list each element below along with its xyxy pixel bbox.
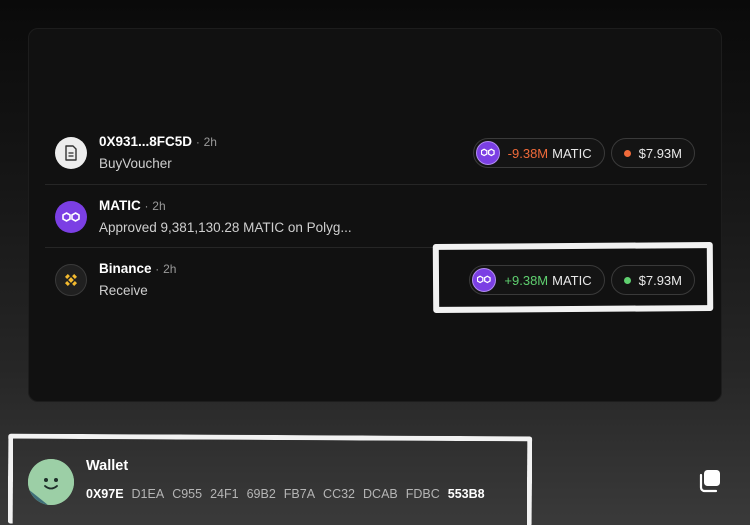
activity-title: 0X931...8FC5D [99,134,193,149]
separator: · [144,199,149,213]
address-segment: CC32 [323,487,356,501]
wallet-title: Wallet [86,458,129,474]
address-segment: 69B2 [246,487,276,501]
usd-value-pill[interactable]: $7.93M [610,138,695,168]
avatar [28,459,74,505]
status-dot [623,149,631,157]
address-segment: 0X97E [86,487,124,501]
separator: · [155,262,160,276]
activity-row[interactable]: MATIC · 2h Approved 9,381,130.28 MATIC o… [45,185,707,249]
address-segment: 24F1 [210,487,239,501]
activity-time: 2h [203,135,217,149]
token-amount: -9.38M [507,145,549,161]
activity-subtitle: Receive [99,283,148,298]
activity-title: Binance [99,261,152,276]
activity-title: MATIC [99,198,141,213]
copy-icon[interactable] [697,468,723,494]
polygon-icon [475,141,500,165]
activity-time: 2h [152,199,166,213]
separator: · [195,135,200,149]
binance-icon [55,264,87,296]
highlight-box [432,242,714,313]
activity-subtitle: BuyVoucher [99,156,172,171]
activity-time: 2h [163,262,177,276]
wallet-section[interactable]: Wallet 0X97E D1EA C955 24F1 69B2 FB7A CC… [26,455,526,515]
document-icon [55,137,87,169]
polygon-icon [55,201,87,233]
address-segment: DCAB [363,487,398,501]
activity-card: 0X931...8FC5D · 2h BuyVoucher -9.38M MAT… [28,28,722,402]
address-segment: C955 [172,487,203,501]
token-amount-pill[interactable]: -9.38M MATIC [472,138,605,168]
address-segment: 553B8 [447,487,485,501]
token-symbol: MATIC [552,145,592,161]
address-segment: FB7A [283,487,316,501]
activity-row[interactable]: 0X931...8FC5D · 2h BuyVoucher -9.38M MAT… [45,121,707,185]
address-segment: FDBC [405,487,440,501]
wallet-address: 0X97E D1EA C955 24F1 69B2 FB7A CC32 DCAB… [86,487,485,501]
activity-subtitle: Approved 9,381,130.28 MATIC on Polyg... [99,220,352,235]
address-segment: D1EA [131,487,165,501]
usd-value: $7.93M [638,145,682,161]
